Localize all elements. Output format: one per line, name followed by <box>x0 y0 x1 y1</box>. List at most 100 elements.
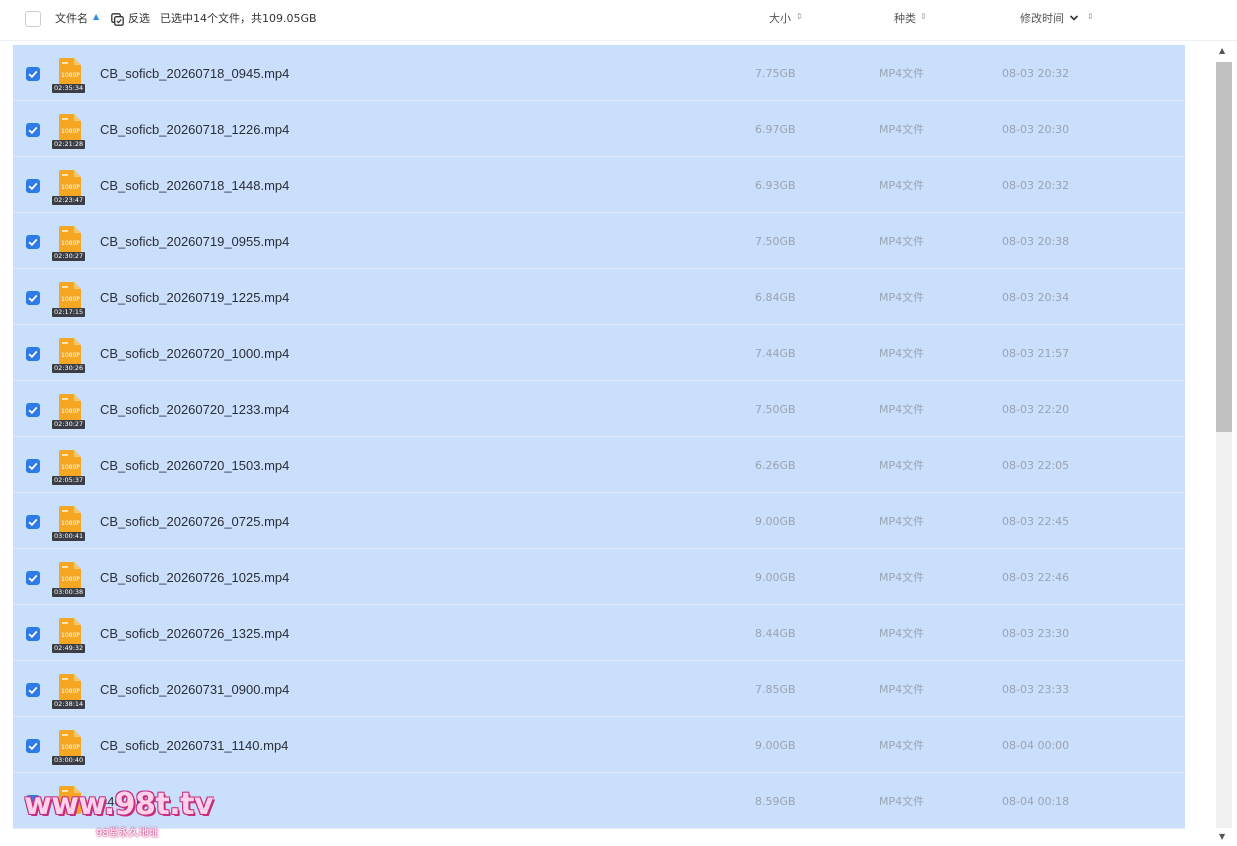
select-all-checkbox[interactable] <box>25 11 41 27</box>
file-name[interactable]: CB_soficb_20260718_1448.mp4 <box>100 178 289 194</box>
invert-selection-button[interactable]: 反选 <box>111 11 150 27</box>
file-row[interactable]: 1080P 02:05:37 CB_soficb_20260720_1503.m… <box>13 437 1185 493</box>
file-row[interactable]: 1080P 02:30:27 CB_soficb_20260719_0955.m… <box>13 213 1185 269</box>
row-checkbox[interactable] <box>26 459 40 473</box>
file-type: MP4文件 <box>879 403 925 416</box>
sort-asc-icon[interactable]: ▲ <box>93 11 99 23</box>
duration-badge: 03:00:41 <box>52 532 86 541</box>
file-type: MP4文件 <box>879 123 925 136</box>
file-size: 7.44GB <box>755 347 796 360</box>
file-type: MP4文件 <box>879 739 925 752</box>
file-size: 7.75GB <box>755 67 796 80</box>
row-checkbox[interactable] <box>26 291 40 305</box>
file-name[interactable]: CB_soficb_20260719_0955.mp4 <box>100 234 289 250</box>
file-size: 8.44GB <box>755 627 796 640</box>
sort-time-icon[interactable]: ⇕ <box>1087 11 1094 23</box>
row-checkbox[interactable] <box>26 627 40 641</box>
column-header-name[interactable]: 文件名 <box>55 11 88 27</box>
row-checkbox[interactable] <box>26 123 40 137</box>
file-type: MP4文件 <box>879 683 925 696</box>
video-file-icon: 1080P 02:17:15 <box>52 282 86 318</box>
file-size: 6.97GB <box>755 123 796 136</box>
file-name[interactable]: CB_soficb_20260718_0945.mp4 <box>100 66 289 82</box>
file-name[interactable]: CB_soficb_20260726_1025.mp4 <box>100 570 289 586</box>
file-modified: 08-03 23:30 <box>1002 627 1070 640</box>
sort-type-icon[interactable]: ⇕ <box>920 11 927 23</box>
watermark-subtext: 98堂永久地址 <box>96 828 159 839</box>
resolution-label: 1080P <box>61 352 80 359</box>
file-modified: 08-03 20:38 <box>1002 235 1070 248</box>
file-name[interactable]: CB_soficb_20260731_0900.mp4 <box>100 682 289 698</box>
sort-size-icon[interactable]: ⇕ <box>796 11 803 23</box>
file-type: MP4文件 <box>879 627 925 640</box>
row-checkbox[interactable] <box>26 67 40 81</box>
file-name[interactable]: CB_soficb_20260726_1325.mp4 <box>100 626 289 642</box>
file-name[interactable]: CB_soficb_20260731_1140.mp4 <box>100 738 288 754</box>
file-type: MP4文件 <box>879 459 925 472</box>
row-checkbox[interactable] <box>26 235 40 249</box>
duration-badge: 02:38:14 <box>52 700 86 709</box>
watermark-text: www.98t.tv <box>24 787 214 822</box>
file-type: MP4文件 <box>879 515 925 528</box>
file-row[interactable]: 1080P 02:49:32 CB_soficb_20260726_1325.m… <box>13 605 1185 661</box>
file-manager: 文件名 ▲ 反选 已选中14个文件，共109.05GB 大小 ⇕ 种类 ⇕ 修改… <box>0 0 1237 846</box>
file-type: MP4文件 <box>879 291 925 304</box>
file-type: MP4文件 <box>879 571 925 584</box>
row-checkbox[interactable] <box>26 683 40 697</box>
duration-badge: 02:21:28 <box>52 140 86 149</box>
row-checkbox[interactable] <box>26 515 40 529</box>
file-name[interactable]: CB_soficb_20260720_1000.mp4 <box>100 346 289 362</box>
file-name[interactable]: CB_soficb_20260720_1233.mp4 <box>100 402 289 418</box>
file-row[interactable]: 1080P 02:21:28 CB_soficb_20260718_1226.m… <box>13 101 1185 157</box>
resolution-label: 1080P <box>61 744 80 751</box>
row-checkbox[interactable] <box>26 179 40 193</box>
file-row[interactable]: 1080P 02:30:26 CB_soficb_20260720_1000.m… <box>13 325 1185 381</box>
resolution-label: 1080P <box>61 464 80 471</box>
file-modified: 08-03 20:30 <box>1002 123 1070 136</box>
column-header-modified[interactable]: 修改时间 <box>1020 11 1064 27</box>
scroll-up-icon[interactable]: ▲ <box>1219 46 1225 56</box>
file-type: MP4文件 <box>879 235 925 248</box>
file-size: 9.00GB <box>755 571 796 584</box>
file-row[interactable]: 1080P 02:23:47 CB_soficb_20260718_1448.m… <box>13 157 1185 213</box>
video-file-icon: 1080P 02:38:14 <box>52 674 86 710</box>
file-modified: 08-03 20:32 <box>1002 67 1070 80</box>
video-file-icon: 1080P 03:00:40 <box>52 730 86 766</box>
row-checkbox[interactable] <box>26 347 40 361</box>
file-type: MP4文件 <box>879 795 925 808</box>
file-row[interactable]: 1080P 02:17:15 CB_soficb_20260719_1225.m… <box>13 269 1185 325</box>
column-header-type[interactable]: 种类 <box>894 11 916 27</box>
video-file-icon: 1080P 02:30:27 <box>52 226 86 262</box>
row-checkbox[interactable] <box>26 571 40 585</box>
file-name[interactable]: CB_soficb_20260719_1225.mp4 <box>100 290 289 306</box>
file-row[interactable]: 1080P 03:00:41 CB_soficb_20260726_0725.m… <box>13 493 1185 549</box>
selection-summary: 已选中14个文件，共109.05GB <box>160 12 317 25</box>
duration-badge: 02:35:34 <box>52 84 86 93</box>
row-checkbox[interactable] <box>26 739 40 753</box>
file-row[interactable]: 1080P 03:00:38 CB_soficb_20260726_1025.m… <box>13 549 1185 605</box>
chevron-down-icon[interactable] <box>1069 13 1079 23</box>
column-header-size[interactable]: 大小 <box>769 11 791 27</box>
resolution-label: 1080P <box>61 408 80 415</box>
vertical-scrollbar[interactable]: ▲ ▼ <box>1215 42 1233 846</box>
watermark-logo: www.98t.tv 98堂永久地址 <box>24 786 254 846</box>
file-row[interactable]: 1080P 02:35:34 CB_soficb_20260718_0945.m… <box>13 45 1185 101</box>
video-file-icon: 1080P 02:30:26 <box>52 338 86 374</box>
file-modified: 08-03 22:20 <box>1002 403 1070 416</box>
file-row[interactable]: 1080P 02:38:14 CB_soficb_20260731_0900.m… <box>13 661 1185 717</box>
file-row[interactable]: 1080P 02:30:27 CB_soficb_20260720_1233.m… <box>13 381 1185 437</box>
scroll-down-icon[interactable]: ▼ <box>1219 832 1225 842</box>
list-header: 文件名 ▲ 反选 已选中14个文件，共109.05GB 大小 ⇕ 种类 ⇕ 修改… <box>0 0 1237 41</box>
resolution-label: 1080P <box>61 632 80 639</box>
file-name[interactable]: CB_soficb_20260726_0725.mp4 <box>100 514 289 530</box>
resolution-label: 1080P <box>61 576 80 583</box>
file-name[interactable]: CB_soficb_20260718_1226.mp4 <box>100 122 289 138</box>
duration-badge: 02:30:27 <box>52 252 86 261</box>
file-size: 6.84GB <box>755 291 796 304</box>
resolution-label: 1080P <box>61 184 80 191</box>
file-row[interactable]: 1080P 03:00:40 CB_soficb_20260731_1140.m… <box>13 717 1185 773</box>
row-checkbox[interactable] <box>26 403 40 417</box>
scrollbar-thumb[interactable] <box>1216 62 1232 432</box>
resolution-label: 1080P <box>61 72 80 79</box>
file-name[interactable]: CB_soficb_20260720_1503.mp4 <box>100 458 289 474</box>
